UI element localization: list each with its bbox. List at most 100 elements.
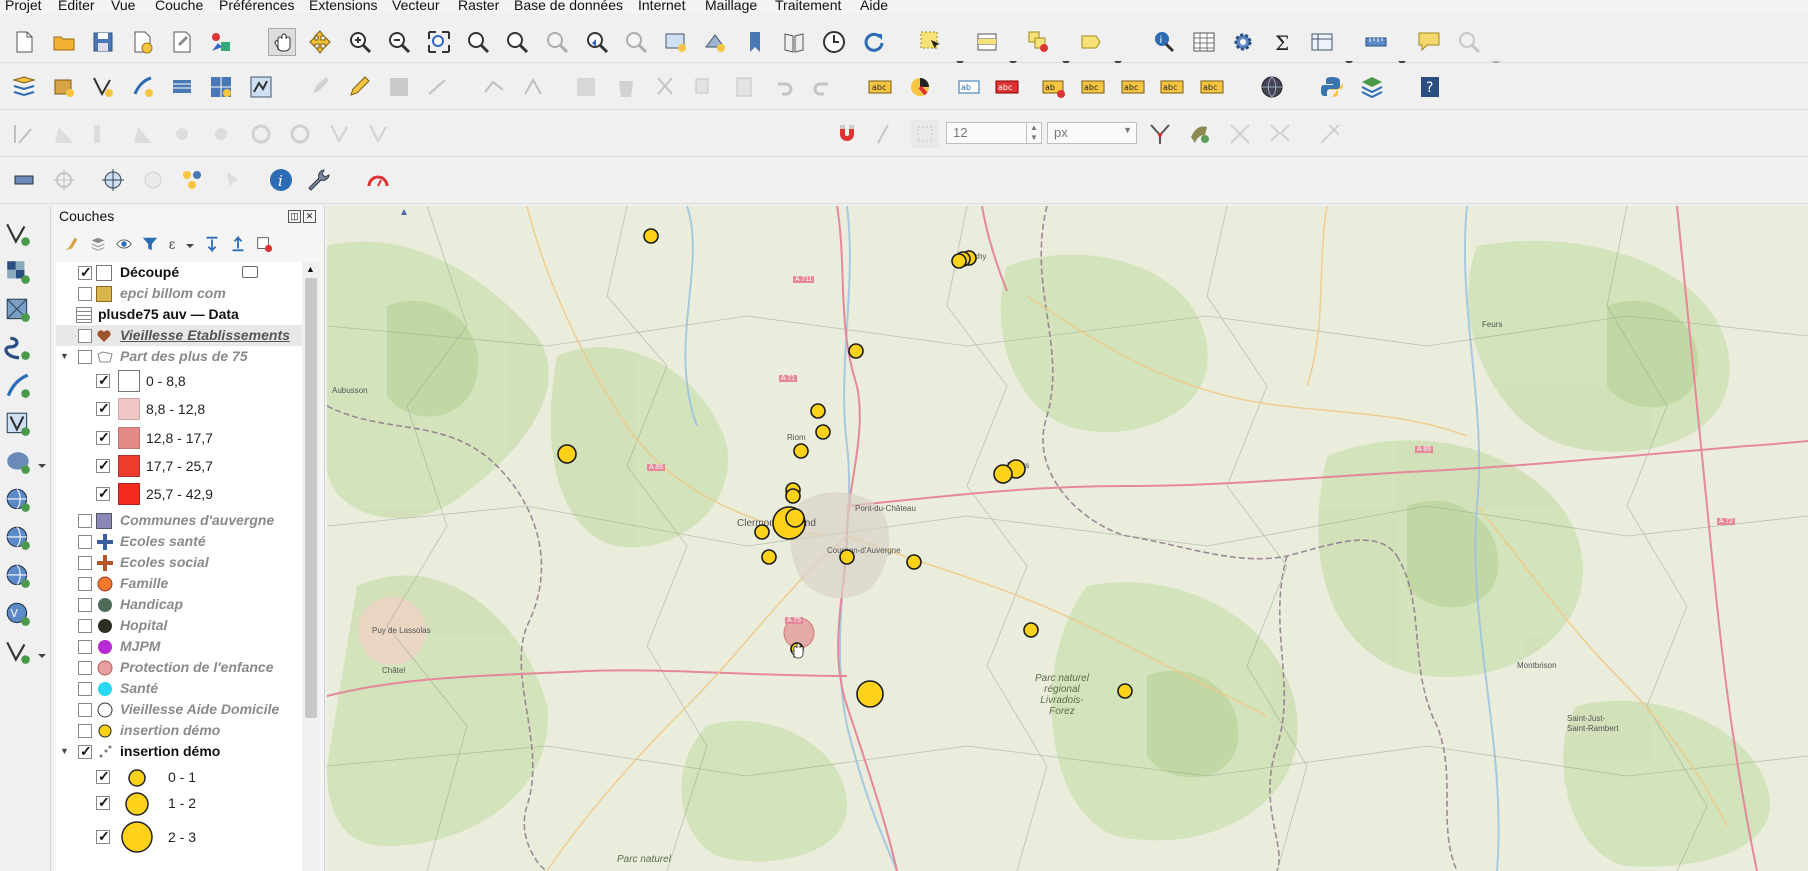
select-location-icon[interactable] xyxy=(1078,28,1106,56)
add-ring-icon[interactable] xyxy=(286,120,314,148)
topology-checker-icon[interactable] xyxy=(178,166,206,194)
layer-row-hopital[interactable]: Hopital xyxy=(56,615,302,636)
legend-checkbox[interactable] xyxy=(96,429,110,446)
snapping-magnet-icon[interactable] xyxy=(833,120,861,148)
modify-attributes-icon[interactable] xyxy=(572,73,600,101)
add-wfs-layer-icon[interactable] xyxy=(2,484,34,516)
snap-tolerance-stepper[interactable]: ▲ ▼ xyxy=(1026,122,1042,144)
add-delimited-text-icon[interactable] xyxy=(2,332,34,364)
plugin-globe-icon[interactable] xyxy=(1258,73,1286,101)
toggle-editing-icon[interactable] xyxy=(345,73,373,101)
layer-checkbox[interactable] xyxy=(78,514,92,528)
layer-row-protection-enfance[interactable]: Protection de l'enfance xyxy=(56,657,302,678)
point-marker[interactable] xyxy=(993,464,1013,484)
scroll-up-icon[interactable]: ▲ xyxy=(306,264,315,274)
pointer-dim-icon[interactable] xyxy=(218,166,246,194)
align-icon[interactable] xyxy=(10,120,38,148)
layer-checkbox[interactable] xyxy=(78,661,92,675)
menu-maillage[interactable]: Maillage xyxy=(705,0,757,13)
show-hide-labels-icon[interactable]: abc xyxy=(1079,73,1107,101)
new-vector-layer-icon[interactable] xyxy=(247,73,275,101)
offset-icon[interactable] xyxy=(89,120,117,148)
toggle-label-icon[interactable]: abc xyxy=(993,73,1021,101)
move-label-icon[interactable]: abc xyxy=(1119,73,1147,101)
point-marker[interactable] xyxy=(856,680,884,708)
point-marker[interactable] xyxy=(761,549,777,565)
save-as-icon[interactable] xyxy=(129,28,157,56)
add-point-cloud-icon[interactable] xyxy=(2,636,34,668)
layer-row-vieillesse-etablissements[interactable]: Vieillesse Etablissements xyxy=(56,325,302,346)
filter-dropdown-icon[interactable] xyxy=(186,242,194,250)
zoom-in-icon[interactable] xyxy=(346,28,374,56)
gauge-icon[interactable] xyxy=(364,166,392,194)
snap-tracing-icon[interactable] xyxy=(1186,120,1214,148)
legend-row-2[interactable]: 12,8 - 17,7 xyxy=(56,425,302,451)
merge-icon[interactable] xyxy=(168,120,196,148)
delete-selected-icon[interactable] xyxy=(612,73,640,101)
statistics-icon[interactable]: Σ xyxy=(1269,28,1297,56)
edit-layers-icon[interactable] xyxy=(307,73,335,101)
float-panel-icon[interactable]: ◫ xyxy=(288,210,301,223)
scrollbar-thumb[interactable] xyxy=(305,278,317,718)
temporal-controller-icon[interactable] xyxy=(820,28,848,56)
rotate-point-icon[interactable] xyxy=(207,120,235,148)
highlight-pinned-labels-icon[interactable]: ab xyxy=(956,73,984,101)
zoom-last-icon[interactable] xyxy=(583,28,611,56)
legend-size-row-0[interactable]: 0 - 1 xyxy=(56,764,302,790)
layer-checkbox[interactable] xyxy=(78,329,92,343)
layer-checkbox[interactable] xyxy=(78,682,92,696)
menu-extensions[interactable]: Extensions xyxy=(309,0,377,13)
copy-features-icon[interactable] xyxy=(690,73,718,101)
save-project-icon[interactable] xyxy=(89,28,117,56)
legend-checkbox[interactable] xyxy=(96,485,110,502)
identify-features-icon[interactable]: i xyxy=(1150,28,1178,56)
collapse-arrow-icon[interactable]: ▼ xyxy=(60,746,69,756)
layer-row-ecoles-sante[interactable]: Ecoles santé xyxy=(56,531,302,552)
layer-row-communes[interactable]: Communes d'auvergne xyxy=(56,510,302,531)
locator-icon[interactable] xyxy=(1455,28,1483,56)
fill-ring-icon[interactable] xyxy=(365,120,393,148)
layer-row-handicap[interactable]: Handicap xyxy=(56,594,302,615)
map-canvas[interactable]: A 711 A 71 A 89 A 89 A 75 A 72 Clermont-… xyxy=(327,206,1808,871)
point-marker[interactable] xyxy=(815,424,831,440)
legend-row-4[interactable]: 25,7 - 42,9 xyxy=(56,481,302,507)
layer-tree-scrollbar[interactable]: ▲ xyxy=(302,262,320,871)
point-marker[interactable] xyxy=(810,403,826,419)
menu-traitement[interactable]: Traitement xyxy=(775,0,841,13)
add-wcs-layer-icon[interactable] xyxy=(2,522,34,554)
vertex-tool-icon[interactable] xyxy=(480,73,508,101)
filter-indicator-icon[interactable] xyxy=(242,266,258,278)
label-tool-icon[interactable]: abc xyxy=(866,73,894,101)
layer-styling-icon[interactable] xyxy=(1358,73,1386,101)
point-marker[interactable] xyxy=(754,524,770,540)
python-console-icon[interactable] xyxy=(1318,73,1346,101)
new-spatialite-icon[interactable] xyxy=(129,73,157,101)
add-raster-layer-icon[interactable] xyxy=(2,256,34,288)
filter-expression-icon[interactable]: ε xyxy=(164,232,188,256)
point-marker[interactable] xyxy=(793,443,809,459)
new-geopackage-icon[interactable] xyxy=(50,73,78,101)
coordinate-capture-icon[interactable] xyxy=(50,166,78,194)
paste-features-icon[interactable] xyxy=(730,73,758,101)
deselect-icon[interactable] xyxy=(1025,28,1053,56)
manage-visibility-icon[interactable] xyxy=(112,232,136,256)
open-project-icon[interactable] xyxy=(50,28,78,56)
snap-vertex-icon[interactable] xyxy=(873,120,901,148)
zoom-native-icon[interactable] xyxy=(543,28,571,56)
help-icon[interactable]: ? xyxy=(1416,73,1444,101)
layer-row-plusde75[interactable]: plusde75 auv — Data xyxy=(56,304,302,325)
add-spatialite-icon[interactable] xyxy=(2,370,34,402)
zoom-next-icon[interactable] xyxy=(622,28,650,56)
print-layout-icon[interactable] xyxy=(168,28,196,56)
add-vector-tile-icon[interactable]: V xyxy=(2,598,34,630)
vertex-edit-icon[interactable] xyxy=(520,73,548,101)
layer-checkbox[interactable] xyxy=(78,535,92,549)
legend-checkbox[interactable] xyxy=(96,794,110,811)
style-manager-icon[interactable] xyxy=(207,28,235,56)
add-virtual-layer-icon[interactable] xyxy=(2,408,34,440)
layer-checkbox[interactable] xyxy=(78,350,92,364)
layer-checkbox[interactable] xyxy=(78,640,92,654)
layer-checkbox[interactable] xyxy=(78,577,92,591)
legend-checkbox[interactable] xyxy=(96,768,110,785)
diagram-options-icon[interactable] xyxy=(906,73,934,101)
